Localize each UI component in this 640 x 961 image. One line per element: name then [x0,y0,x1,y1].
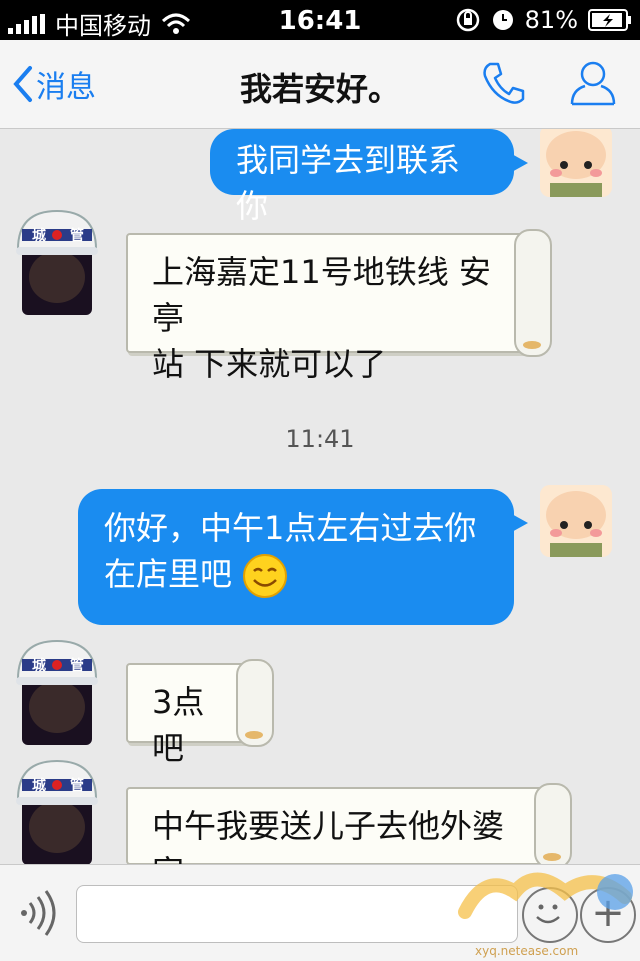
profile-icon[interactable] [568,58,618,108]
nav-bar: 消息 我若安好。 [0,40,640,129]
input-bar: + [0,864,640,961]
message-input[interactable] [76,885,518,943]
message-bubble-sent[interactable]: 我同学去到联系你 [210,129,528,225]
helmet-label-1: 城 [32,778,46,794]
battery-icon [588,9,631,31]
helmet-label-2: 管 [70,778,84,794]
message-text: 中午我要送儿子去他外婆家 [152,807,505,864]
status-right: 81% [455,6,632,34]
message-text: 3点吧 [152,683,205,767]
helmet-avatar-icon [16,759,98,864]
message-text-line: 站 下来就可以了 [152,345,387,383]
message-bubble-received[interactable]: 中午我要送儿子去他外婆家 [126,783,572,864]
contact-avatar[interactable]: 城 管 [14,637,100,745]
contact-avatar[interactable]: 城 管 [14,207,100,315]
helmet-label-2: 管 [70,658,84,674]
message-timestamp: 11:41 [285,425,355,453]
smiley-emoji-icon [243,554,288,598]
helmet-label-1: 城 [32,658,46,674]
plus-button[interactable]: + [580,887,636,943]
helmet-avatar-icon [16,639,98,745]
my-avatar[interactable] [540,129,612,197]
nav-actions [478,58,618,108]
my-avatar[interactable] [540,485,612,557]
message-bubble-sent[interactable]: 你好，中午1点左右过去你 在店里吧 [78,489,528,625]
scroll-decoration [236,659,274,747]
helmet-label-2: 管 [70,228,84,244]
message-text-line: 在店里吧 [104,551,488,599]
helmet-avatar-icon [16,209,98,315]
alarm-icon [492,10,513,30]
phone-icon[interactable] [478,58,528,108]
cartoon-bun-avatar-icon [540,485,612,557]
emoji-button[interactable] [522,887,578,943]
smiley-face-icon [536,904,560,924]
message-text: 我同学去到联系你 [236,141,461,225]
message-text-line: 上海嘉定11号地铁线 安亭 [152,253,491,337]
contact-avatar[interactable]: 城 管 [14,757,100,864]
scroll-decoration [514,229,552,357]
battery-percent: 81% [524,6,578,34]
message-text-fragment: 在店里吧 [104,555,233,593]
cartoon-bun-avatar-icon [540,129,612,197]
voice-input-icon[interactable] [16,889,60,937]
scroll-decoration [534,783,572,864]
message-bubble-received[interactable]: 上海嘉定11号地铁线 安亭 站 下来就可以了 [126,229,552,383]
helmet-label-1: 城 [32,228,46,244]
rotation-lock-icon [456,8,479,32]
status-bar: 中国移动 16:41 81% [0,0,640,40]
message-text-line: 你好，中午1点左右过去你 [104,509,477,547]
chat-area[interactable]: 我同学去到联系你 城 管 上海嘉定11号地铁线 安亭 站 下来就可以了 11:4… [0,129,640,864]
message-bubble-received[interactable]: 3点吧 [126,659,274,767]
